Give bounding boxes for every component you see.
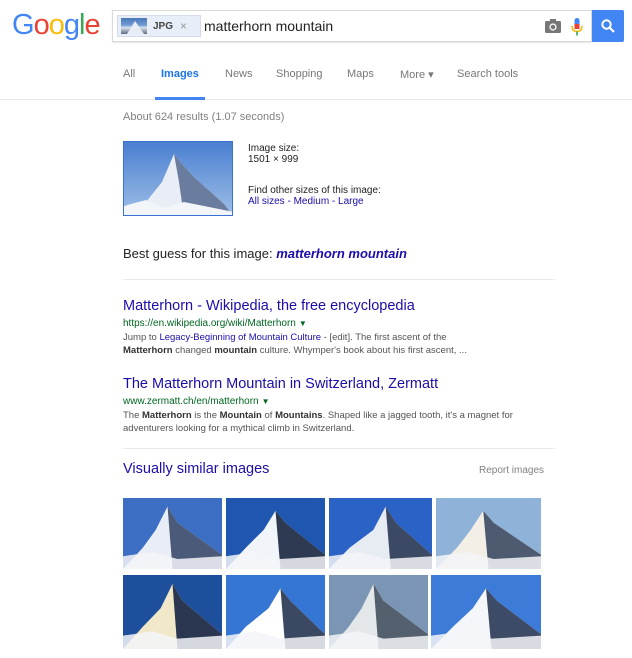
divider — [123, 448, 555, 449]
result-url: https://en.wikipedia.org/wiki/Matterhorn… — [123, 318, 307, 329]
result-title[interactable]: Matterhorn - Wikipedia, the free encyclo… — [123, 298, 415, 314]
result-snippet: The Matterhorn is the Mountain of Mounta… — [123, 409, 543, 435]
logo-letter: o — [48, 9, 65, 41]
size-separator: - — [329, 196, 339, 207]
mountain-picture — [329, 575, 428, 649]
find-sizes-label: Find other sizes of this image: — [248, 185, 381, 196]
active-tab-indicator — [155, 97, 205, 100]
similar-image-thumb[interactable] — [123, 575, 222, 649]
camera-icon[interactable] — [545, 19, 561, 33]
search-icon — [601, 19, 615, 33]
snippet-text: changed — [172, 345, 215, 356]
result-url-text: https://en.wikipedia.org/wiki/Matterhorn — [123, 318, 296, 329]
similar-image-thumb[interactable] — [436, 498, 541, 569]
search-input[interactable]: matterhorn mountain — [204, 18, 333, 34]
snippet-text: culture. Whymper's book about his first … — [257, 345, 467, 356]
result-stats: About 624 results (1.07 seconds) — [123, 111, 285, 123]
snippet-text: is the — [191, 410, 220, 421]
result-url-text: www.zermatt.ch/en/matterhorn — [123, 396, 259, 407]
microphone-icon[interactable] — [571, 18, 583, 36]
logo-letter: e — [84, 9, 100, 41]
search-button[interactable] — [592, 10, 624, 42]
google-logo[interactable]: Google — [12, 9, 101, 42]
tab-news[interactable]: News — [225, 68, 253, 80]
logo-letter: G — [12, 9, 35, 41]
similar-images-heading[interactable]: Visually similar images — [123, 461, 269, 477]
similar-image-thumb[interactable] — [123, 498, 222, 569]
chip-close-icon[interactable]: × — [180, 19, 187, 33]
snippet-bold: Mountains — [275, 410, 323, 421]
mountain-picture — [436, 498, 541, 569]
link-large[interactable]: Large — [338, 196, 364, 207]
image-size-label: Image size: — [248, 143, 300, 154]
best-guess-link[interactable]: matterhorn mountain — [276, 246, 407, 261]
snippet-text: Jump to — [123, 332, 160, 343]
snippet-bold: Matterhorn — [142, 410, 192, 421]
chip-label: JPG — [153, 20, 174, 32]
link-all-sizes[interactable]: All sizes — [248, 196, 285, 207]
mountain-picture — [226, 498, 325, 569]
mountain-picture — [431, 575, 541, 649]
snippet-bold: mountain — [214, 345, 258, 356]
search-box[interactable]: JPG × matterhorn mountain — [112, 10, 592, 42]
snippet-link[interactable]: Legacy-Beginning of Mountain Culture — [159, 332, 321, 343]
chip-thumbnail — [121, 18, 147, 34]
mountain-picture — [226, 575, 325, 649]
tab-more[interactable]: More ▾ — [400, 68, 434, 81]
header: Google JPG × matterhorn mountain — [0, 0, 632, 52]
link-medium[interactable]: Medium — [294, 196, 330, 207]
mountain-picture — [123, 575, 222, 649]
best-guess-label: Best guess for this image: — [123, 246, 277, 261]
logo-letter: g — [63, 9, 80, 41]
mountain-picture — [123, 498, 222, 569]
tab-maps[interactable]: Maps — [347, 68, 374, 80]
similar-image-thumb[interactable] — [329, 575, 428, 649]
tab-all[interactable]: All — [123, 68, 135, 80]
similar-image-thumb[interactable] — [226, 575, 325, 649]
logo-letter: o — [33, 9, 50, 41]
snippet-text: - [edit]. The first ascent of the — [321, 332, 447, 343]
snippet-text: of — [261, 410, 276, 421]
similar-image-thumb[interactable] — [226, 498, 325, 569]
similar-image-thumb[interactable] — [329, 498, 432, 569]
result-title[interactable]: The Matterhorn Mountain in Switzerland, … — [123, 376, 438, 392]
size-separator: - — [284, 196, 294, 207]
caret-down-icon[interactable]: ▼ — [262, 397, 270, 406]
image-query-chip[interactable]: JPG × — [117, 15, 201, 37]
query-image-picture — [124, 142, 232, 215]
image-size-value: 1501 × 999 — [248, 154, 299, 165]
snippet-bold: Mountain — [219, 410, 262, 421]
report-images-link[interactable]: Report images — [479, 465, 544, 476]
best-guess: Best guess for this image: matterhorn mo… — [123, 246, 407, 261]
similar-image-thumb[interactable] — [431, 575, 541, 649]
search-tabs: All Images News Shopping Maps More ▾ Sea… — [0, 60, 632, 100]
divider — [123, 279, 555, 280]
snippet-text: The — [123, 410, 143, 421]
query-image[interactable] — [123, 141, 233, 216]
tab-images[interactable]: Images — [161, 68, 199, 80]
mountain-picture — [329, 498, 432, 569]
snippet-bold: Matterhorn — [123, 345, 173, 356]
caret-down-icon[interactable]: ▼ — [299, 319, 307, 328]
result-url: www.zermatt.ch/en/matterhorn ▼ — [123, 396, 270, 407]
tab-shopping[interactable]: Shopping — [276, 68, 323, 80]
size-links: All sizes - Medium - Large — [248, 196, 364, 207]
tab-search-tools[interactable]: Search tools — [457, 68, 518, 80]
result-snippet: Jump to Legacy-Beginning of Mountain Cul… — [123, 331, 543, 357]
